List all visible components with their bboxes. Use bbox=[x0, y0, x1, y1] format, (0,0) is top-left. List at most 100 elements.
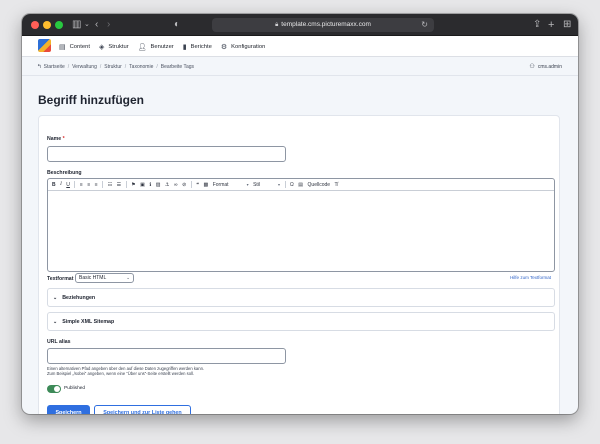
close-window-button[interactable] bbox=[31, 21, 39, 29]
flag-icon[interactable]: ⚑ bbox=[131, 182, 135, 188]
forward-icon[interactable]: › bbox=[107, 18, 110, 32]
toolbar-divider bbox=[125, 181, 127, 188]
url-alias-description-line: Zum Beispiel „/sobei“ angeben, wenn eine… bbox=[47, 371, 195, 377]
chevron-down-icon: ▾ bbox=[246, 182, 249, 187]
url-alias-input[interactable] bbox=[47, 348, 286, 364]
editor-toolbar: B I U ≡ ≡ ≡ ☷ ☰ ⚑ ▣ ℹ ▨ ⚓︎ ∞ ⊘ ❝ ▩ Forma… bbox=[48, 179, 554, 191]
underline-icon[interactable]: U bbox=[66, 182, 70, 188]
document-icon[interactable]: ▣ bbox=[140, 182, 145, 188]
url-alias-label: URL alias bbox=[47, 339, 71, 345]
accordion-relations-label: Beziehungen bbox=[62, 294, 96, 301]
published-toggle[interactable] bbox=[47, 385, 61, 393]
published-label: Published bbox=[64, 386, 86, 391]
source-code-button[interactable]: Quellcode bbox=[308, 182, 331, 188]
menu-item-content[interactable]: ▤ Content bbox=[59, 43, 90, 51]
menu-item-label: Berichte bbox=[190, 43, 212, 50]
style-dropdown[interactable]: Stil ▾ bbox=[253, 182, 280, 188]
back-icon[interactable]: ‹ bbox=[95, 18, 98, 32]
privacy-shield-icon[interactable]: ◐ bbox=[174, 18, 180, 32]
structure-icon: ◈ bbox=[98, 43, 105, 51]
menu-item-configuration[interactable]: ⚙ Konfiguration bbox=[221, 43, 265, 51]
back-arrow-icon: ↰ bbox=[37, 63, 42, 70]
description-label: Beschreibung bbox=[47, 170, 82, 176]
format-dropdown[interactable]: Format ▾ bbox=[213, 182, 249, 188]
maximize-window-button[interactable] bbox=[55, 21, 63, 29]
breadcrumb-item-startseite[interactable]: Startseite bbox=[44, 64, 65, 70]
source-code-icon[interactable]: ▤ bbox=[298, 182, 303, 188]
breadcrumb-item-bearbeite-tags[interactable]: Bearbeite Tags bbox=[161, 64, 194, 70]
name-input[interactable] bbox=[47, 146, 286, 162]
reload-icon[interactable]: ↻ bbox=[421, 18, 428, 32]
breadcrumb: ↰ Startseite / Verwaltung / Struktur / T… bbox=[37, 57, 194, 76]
new-tab-icon[interactable]: + bbox=[548, 18, 554, 32]
user-name: cms.admin bbox=[537, 63, 562, 70]
toggle-knob bbox=[54, 386, 60, 392]
numbered-list-icon[interactable]: ☰ bbox=[117, 182, 121, 188]
lock-icon: 🔒︎ bbox=[275, 22, 279, 28]
admin-toolbar: ▤ Content ◈ Struktur 👤︎ Benutzer ▮ Beric… bbox=[22, 36, 578, 57]
users-icon: 👤︎ bbox=[137, 43, 147, 51]
align-right-icon[interactable]: ≡ bbox=[95, 182, 98, 188]
special-character-icon[interactable]: Ω bbox=[290, 182, 294, 188]
toolbar-divider bbox=[102, 181, 104, 188]
chevron-down-icon: ⌄ bbox=[53, 294, 58, 301]
minimize-window-button[interactable] bbox=[43, 21, 51, 29]
menu-item-label: Benutzer bbox=[150, 43, 174, 50]
save-and-list-button[interactable]: Speichern und zur Liste gehen bbox=[94, 405, 191, 414]
blockquote-icon[interactable]: ❝ bbox=[196, 182, 199, 188]
name-label-text: Name bbox=[47, 136, 62, 142]
browser-window: ▥ ⌄ ‹ › ◐ 🔒︎ template.cms.picturemaxx.com… bbox=[22, 14, 578, 414]
accordion-xml-sitemap[interactable]: ⌄ Simple XML Sitemap bbox=[47, 312, 555, 331]
align-center-icon[interactable]: ≡ bbox=[87, 182, 90, 188]
breadcrumb-separator: / bbox=[124, 63, 127, 70]
text-format-select[interactable]: Basic HTML ⌄ bbox=[75, 273, 134, 283]
tab-overview-icon[interactable]: ⊞ bbox=[563, 18, 571, 32]
description-editor: B I U ≡ ≡ ≡ ☷ ☰ ⚑ ▣ ℹ ▨ ⚓︎ ∞ ⊘ ❝ ▩ Forma… bbox=[47, 178, 555, 272]
chevron-down-icon: ⌄ bbox=[126, 275, 130, 280]
breadcrumb-separator: / bbox=[67, 63, 70, 70]
menu-item-label: Content bbox=[69, 43, 90, 50]
text-format-help-link[interactable]: Hilfe zum Textformat bbox=[510, 275, 551, 280]
breadcrumb-item-verwaltung[interactable]: Verwaltung bbox=[72, 64, 97, 70]
reports-icon: ▮ bbox=[182, 43, 187, 51]
breadcrumb-separator: / bbox=[99, 63, 102, 70]
cms-logo[interactable] bbox=[38, 39, 51, 52]
browser-chrome: ▥ ⌄ ‹ › ◐ 🔒︎ template.cms.picturemaxx.com… bbox=[22, 14, 578, 36]
breadcrumb-separator: / bbox=[156, 63, 158, 70]
bulleted-list-icon[interactable]: ☷ bbox=[108, 182, 112, 188]
info-icon[interactable]: ℹ bbox=[149, 182, 151, 188]
chevron-down-icon[interactable]: ⌄ bbox=[84, 18, 90, 32]
page-title: Begriff hinzufügen bbox=[38, 93, 144, 107]
chevron-down-icon: ⌄ bbox=[53, 318, 58, 325]
user-icon: ⚇ bbox=[529, 64, 535, 70]
sidebar-toggle-icon[interactable]: ▥ bbox=[72, 18, 81, 32]
anchor-icon[interactable]: ⚓︎ bbox=[165, 182, 169, 188]
align-left-icon[interactable]: ≡ bbox=[80, 182, 83, 188]
menu-item-reports[interactable]: ▮ Berichte bbox=[183, 43, 212, 51]
toolbar-divider bbox=[74, 181, 76, 188]
save-button[interactable]: Speichern bbox=[47, 405, 90, 414]
share-icon[interactable]: ⇪ bbox=[533, 18, 541, 32]
menu-item-structure[interactable]: ◈ Struktur bbox=[99, 43, 129, 51]
link-icon[interactable]: ∞ bbox=[174, 182, 178, 188]
config-icon: ⚙ bbox=[220, 43, 228, 51]
menu-item-label: Konfiguration bbox=[231, 43, 266, 50]
chevron-down-icon: ▾ bbox=[278, 182, 281, 187]
image-icon[interactable]: ▨ bbox=[156, 182, 161, 188]
italic-icon[interactable]: I bbox=[60, 182, 62, 187]
user-menu[interactable]: ⚇ cms.admin bbox=[529, 57, 562, 76]
address-bar[interactable]: 🔒︎ template.cms.picturemaxx.com ↻ bbox=[212, 18, 434, 32]
term-form: Name * Beschreibung B I U ≡ ≡ ≡ ☷ ☰ ⚑ ▣ … bbox=[38, 115, 560, 414]
media-icon[interactable]: ▩ bbox=[203, 182, 208, 188]
breadcrumb-item-taxonomie[interactable]: Taxonomie bbox=[129, 64, 153, 70]
unlink-icon[interactable]: ⊘ bbox=[182, 182, 186, 188]
admin-menu: ▤ Content ◈ Struktur 👤︎ Benutzer ▮ Beric… bbox=[59, 36, 274, 57]
menu-item-users[interactable]: 👤︎ Benutzer bbox=[138, 43, 174, 51]
bold-icon[interactable]: B bbox=[52, 182, 56, 188]
toolbar-divider bbox=[190, 181, 192, 188]
toolbar-divider bbox=[284, 181, 286, 188]
clear-formatting-icon[interactable]: T̸ bbox=[335, 182, 338, 188]
breadcrumb-item-struktur[interactable]: Struktur bbox=[104, 64, 122, 70]
accordion-relations[interactable]: ⌄ Beziehungen bbox=[47, 288, 555, 307]
required-marker: * bbox=[62, 136, 65, 142]
